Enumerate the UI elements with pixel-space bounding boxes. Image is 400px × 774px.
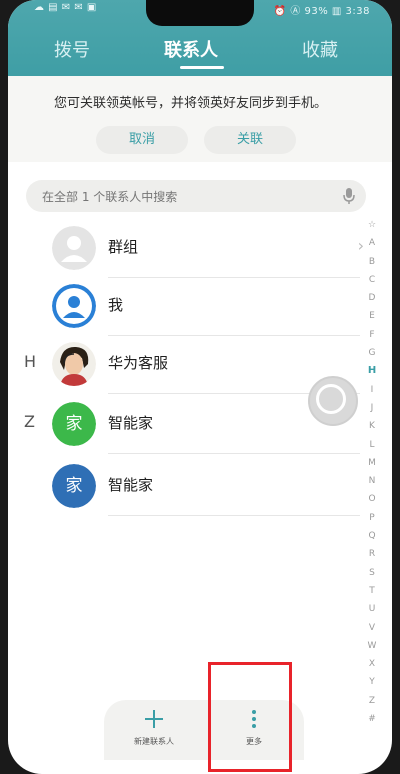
camera-notch (146, 0, 254, 26)
index-letter[interactable]: F (360, 326, 384, 344)
section-letter: Z (24, 412, 35, 431)
index-letter[interactable]: P (360, 509, 384, 527)
avatar-text: 家 (52, 464, 96, 508)
index-letter[interactable]: K (360, 417, 384, 435)
index-letter[interactable]: M (360, 454, 384, 472)
row-divider (108, 453, 360, 454)
index-letter[interactable]: V (360, 619, 384, 637)
contact-name: 我 (108, 296, 124, 314)
index-letter[interactable]: C (360, 271, 384, 289)
active-tab-indicator (180, 66, 224, 69)
index-letter[interactable]: ☆ (360, 216, 384, 234)
index-letter[interactable]: Z (360, 692, 384, 710)
index-letter[interactable]: A (360, 234, 384, 252)
index-letter[interactable]: T (360, 582, 384, 600)
avatar-text: 家 (52, 402, 96, 446)
smart-home-avatar-icon: 家 (52, 402, 96, 446)
tab-favorites[interactable]: 收藏 (302, 36, 338, 62)
status-bar-left: ☁ ▤ ✉ ✉ ▣ (34, 2, 97, 13)
search-bar[interactable] (26, 180, 366, 214)
agent-photo-avatar (52, 342, 96, 386)
index-letter[interactable]: B (360, 253, 384, 271)
index-letter[interactable]: R (360, 545, 384, 563)
list-item-groups[interactable]: 群组 › (8, 218, 368, 278)
index-letter[interactable]: L (360, 436, 384, 454)
section-letter: H (24, 352, 37, 371)
tab-contacts[interactable]: 联系人 (164, 36, 218, 62)
floating-assistive-button[interactable] (308, 376, 358, 426)
index-letter[interactable]: E (360, 307, 384, 325)
microphone-icon[interactable] (342, 187, 356, 205)
contact-name: 智能家 (108, 476, 154, 494)
list-item-smart-home-2[interactable]: 家 智能家 (8, 456, 368, 516)
index-letter[interactable]: H (360, 362, 384, 380)
app-header: ☁ ▤ ✉ ✉ ▣ ⏰ Ⓐ 93% ▥ 3:38 拨号 联系人 收藏 (8, 0, 392, 76)
new-contact-label: 新建联系人 (134, 737, 174, 746)
plus-icon (145, 710, 163, 728)
status-bar-right: ⏰ Ⓐ 93% ▥ 3:38 (273, 6, 370, 17)
index-letter[interactable]: W (360, 637, 384, 655)
contact-name: 群组 (108, 238, 139, 256)
linkedin-banner: 您可关联领英帐号，并将领英好友同步到手机。 取消 关联 (8, 76, 392, 162)
index-letter[interactable]: O (360, 490, 384, 508)
contact-name: 华为客服 (108, 354, 169, 372)
index-letter[interactable]: N (360, 472, 384, 490)
new-contact-button[interactable]: 新建联系人 (114, 708, 194, 747)
index-letter[interactable]: X (360, 655, 384, 673)
cancel-button[interactable]: 取消 (96, 126, 188, 154)
index-letter[interactable]: Y (360, 673, 384, 691)
index-letter[interactable]: Q (360, 527, 384, 545)
banner-message: 您可关联领英帐号，并将领英好友同步到手机。 (54, 96, 328, 111)
group-avatar-icon (52, 226, 96, 270)
search-input[interactable] (40, 180, 334, 214)
index-letter[interactable]: D (360, 289, 384, 307)
list-item-me[interactable]: 我 (8, 276, 368, 336)
profile-avatar-icon (52, 284, 96, 328)
alphabet-index[interactable]: ☆ A B C D E F G H I J K L M N O P Q R S T U V W X Y Z # (360, 216, 384, 728)
highlight-box (208, 662, 292, 772)
index-letter[interactable]: # (360, 710, 384, 728)
index-letter[interactable]: U (360, 600, 384, 618)
contact-name: 智能家 (108, 414, 154, 432)
index-letter[interactable]: S (360, 564, 384, 582)
smart-home-avatar-icon: 家 (52, 464, 96, 508)
row-divider (108, 515, 360, 516)
tab-dial[interactable]: 拨号 (54, 36, 90, 62)
index-letter[interactable]: I (360, 381, 384, 399)
link-account-button[interactable]: 关联 (204, 126, 296, 154)
index-letter[interactable]: J (360, 399, 384, 417)
index-letter[interactable]: G (360, 344, 384, 362)
phone-screen: ☁ ▤ ✉ ✉ ▣ ⏰ Ⓐ 93% ▥ 3:38 拨号 联系人 收藏 您可关联领… (8, 0, 392, 774)
